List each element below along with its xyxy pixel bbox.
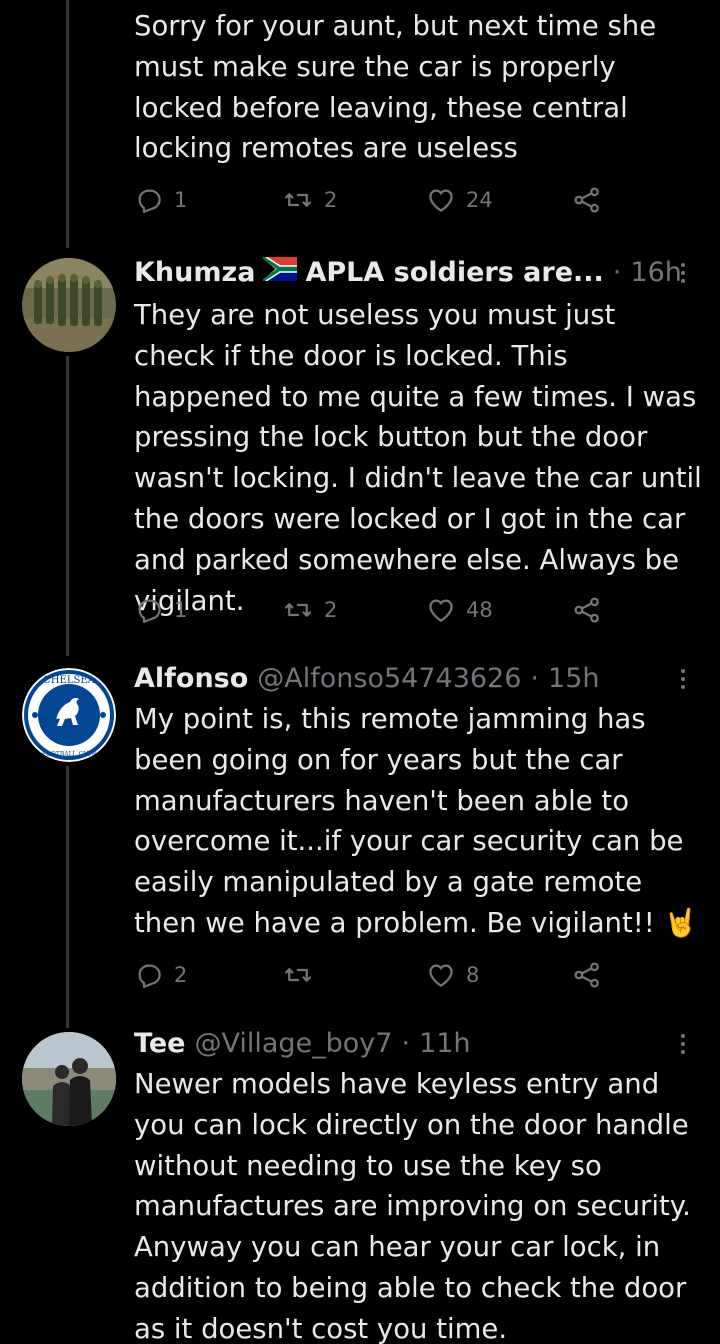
display-name[interactable]: Tee — [134, 1026, 185, 1062]
display-name[interactable]: Alfonso — [134, 661, 248, 697]
heart-icon — [429, 964, 453, 987]
reply-icon — [138, 599, 161, 623]
like-count: 48 — [466, 598, 493, 622]
tweet-actions: 1 2 24 — [134, 180, 614, 220]
south-africa-flag-icon — [262, 255, 298, 291]
avatar[interactable] — [22, 258, 116, 352]
more-options-icon[interactable] — [668, 661, 698, 697]
share-icon — [574, 597, 599, 623]
tweet-text: They are not useless you must just check… — [134, 299, 702, 617]
username-handle[interactable]: @Alfonso54743626 — [257, 661, 521, 697]
retweet-icon — [285, 968, 311, 982]
retweet-count: 2 — [324, 188, 338, 212]
soldiers-avatar-image — [22, 258, 116, 352]
share-button[interactable] — [572, 590, 602, 630]
separator: · — [612, 257, 622, 288]
reply-button[interactable]: 1 — [134, 180, 187, 220]
avatar[interactable] — [22, 1032, 116, 1126]
heart-icon — [429, 189, 453, 212]
more-options-icon[interactable] — [668, 255, 698, 291]
like-button[interactable]: 8 — [426, 955, 479, 995]
tweet-actions: 1 2 48 — [134, 590, 614, 630]
display-name[interactable]: Khumza — [134, 255, 255, 291]
retweet-button[interactable]: 2 — [282, 180, 337, 220]
tweet[interactable]: CHELSEA FOOTBALL CLUB Alfonso @Alfonso54… — [0, 661, 720, 1021]
retweet-count: 2 — [324, 598, 338, 622]
retweet-icon — [285, 193, 311, 207]
like-button[interactable]: 24 — [426, 180, 493, 220]
timestamp[interactable]: 11h — [419, 1026, 470, 1062]
more-options-icon[interactable] — [668, 1026, 698, 1062]
reply-button[interactable]: 2 — [134, 955, 187, 995]
tweet-header: Tee @Village_boy7 · 11h — [134, 1026, 700, 1062]
retweet-icon — [285, 603, 311, 617]
reply-count: 1 — [174, 188, 188, 212]
tweet-actions: 2 8 — [134, 955, 614, 995]
separator: · — [530, 663, 540, 694]
timestamp[interactable]: 15h — [548, 661, 599, 697]
retweet-button[interactable] — [282, 955, 324, 995]
share-button[interactable] — [572, 180, 602, 220]
share-icon — [574, 962, 599, 988]
tweet-text: My point is, this remote jamming has bee… — [134, 703, 698, 939]
tweet-header: Alfonso @Alfonso54743626 · 15h — [134, 661, 700, 697]
separator: · — [401, 1028, 411, 1059]
reply-count: 1 — [174, 598, 188, 622]
username-handle[interactable]: APLA soldiers are... — [305, 255, 603, 291]
tweet[interactable]: Khumza APLA soldiers are... · 16h They a… — [0, 255, 720, 655]
reply-button[interactable]: 1 — [134, 590, 187, 630]
tweet-text: Sorry for your aunt, but next time she m… — [134, 10, 657, 165]
reply-count: 2 — [174, 963, 188, 987]
stadium-avatar-image — [22, 1032, 116, 1126]
like-button[interactable]: 48 — [426, 590, 493, 630]
avatar[interactable]: CHELSEA FOOTBALL CLUB — [22, 668, 116, 762]
tweet[interactable]: Tee @Village_boy7 · 11h Newer models hav… — [0, 1026, 720, 1344]
tweet[interactable]: Sorry for your aunt, but next time she m… — [0, 0, 720, 230]
tweet-header: Khumza APLA soldiers are... · 16h — [134, 255, 700, 291]
tweet-text: Newer models have keyless entry and you … — [134, 1068, 691, 1344]
like-count: 8 — [466, 963, 480, 987]
heart-icon — [429, 599, 453, 622]
reply-icon — [138, 189, 161, 213]
chelsea-crest-avatar-image: CHELSEA FOOTBALL CLUB — [22, 668, 116, 762]
share-button[interactable] — [572, 955, 602, 995]
reply-icon — [138, 964, 161, 988]
svg-text:FOOTBALL CLUB: FOOTBALL CLUB — [42, 751, 97, 758]
retweet-button[interactable]: 2 — [282, 590, 337, 630]
svg-text:CHELSEA: CHELSEA — [43, 675, 95, 686]
like-count: 24 — [466, 188, 493, 212]
username-handle[interactable]: @Village_boy7 — [194, 1026, 392, 1062]
share-icon — [574, 187, 599, 213]
